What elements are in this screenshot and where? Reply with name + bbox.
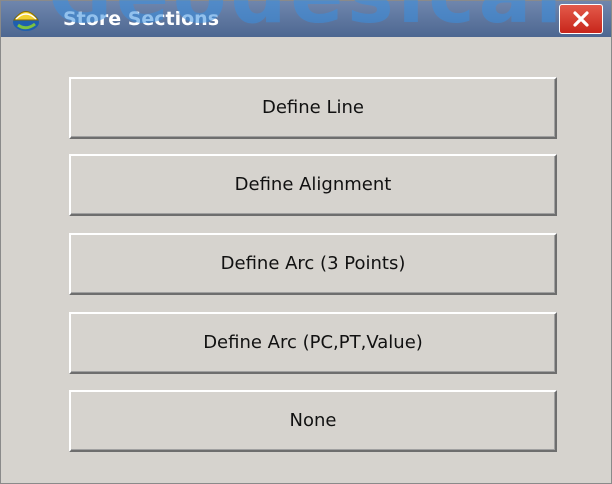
title-bar[interactable]: Store Sections [1,1,611,37]
define-arc-pc-pt-value-button[interactable]: Define Arc (PC,PT,Value) [69,312,557,374]
define-line-button[interactable]: Define Line [69,77,557,139]
none-button[interactable]: None [69,390,557,452]
dialog-title: Store Sections [63,8,220,30]
close-button[interactable] [559,4,603,34]
define-alignment-button[interactable]: Define Alignment [69,154,557,216]
define-arc-3-points-button[interactable]: Define Arc (3 Points) [69,233,557,295]
survey-helmet-icon [11,5,41,33]
section-options: Define Line Define Alignment Define Arc … [1,37,611,483]
store-sections-dialog: Store Sections Define Line Define Alignm… [0,0,612,484]
